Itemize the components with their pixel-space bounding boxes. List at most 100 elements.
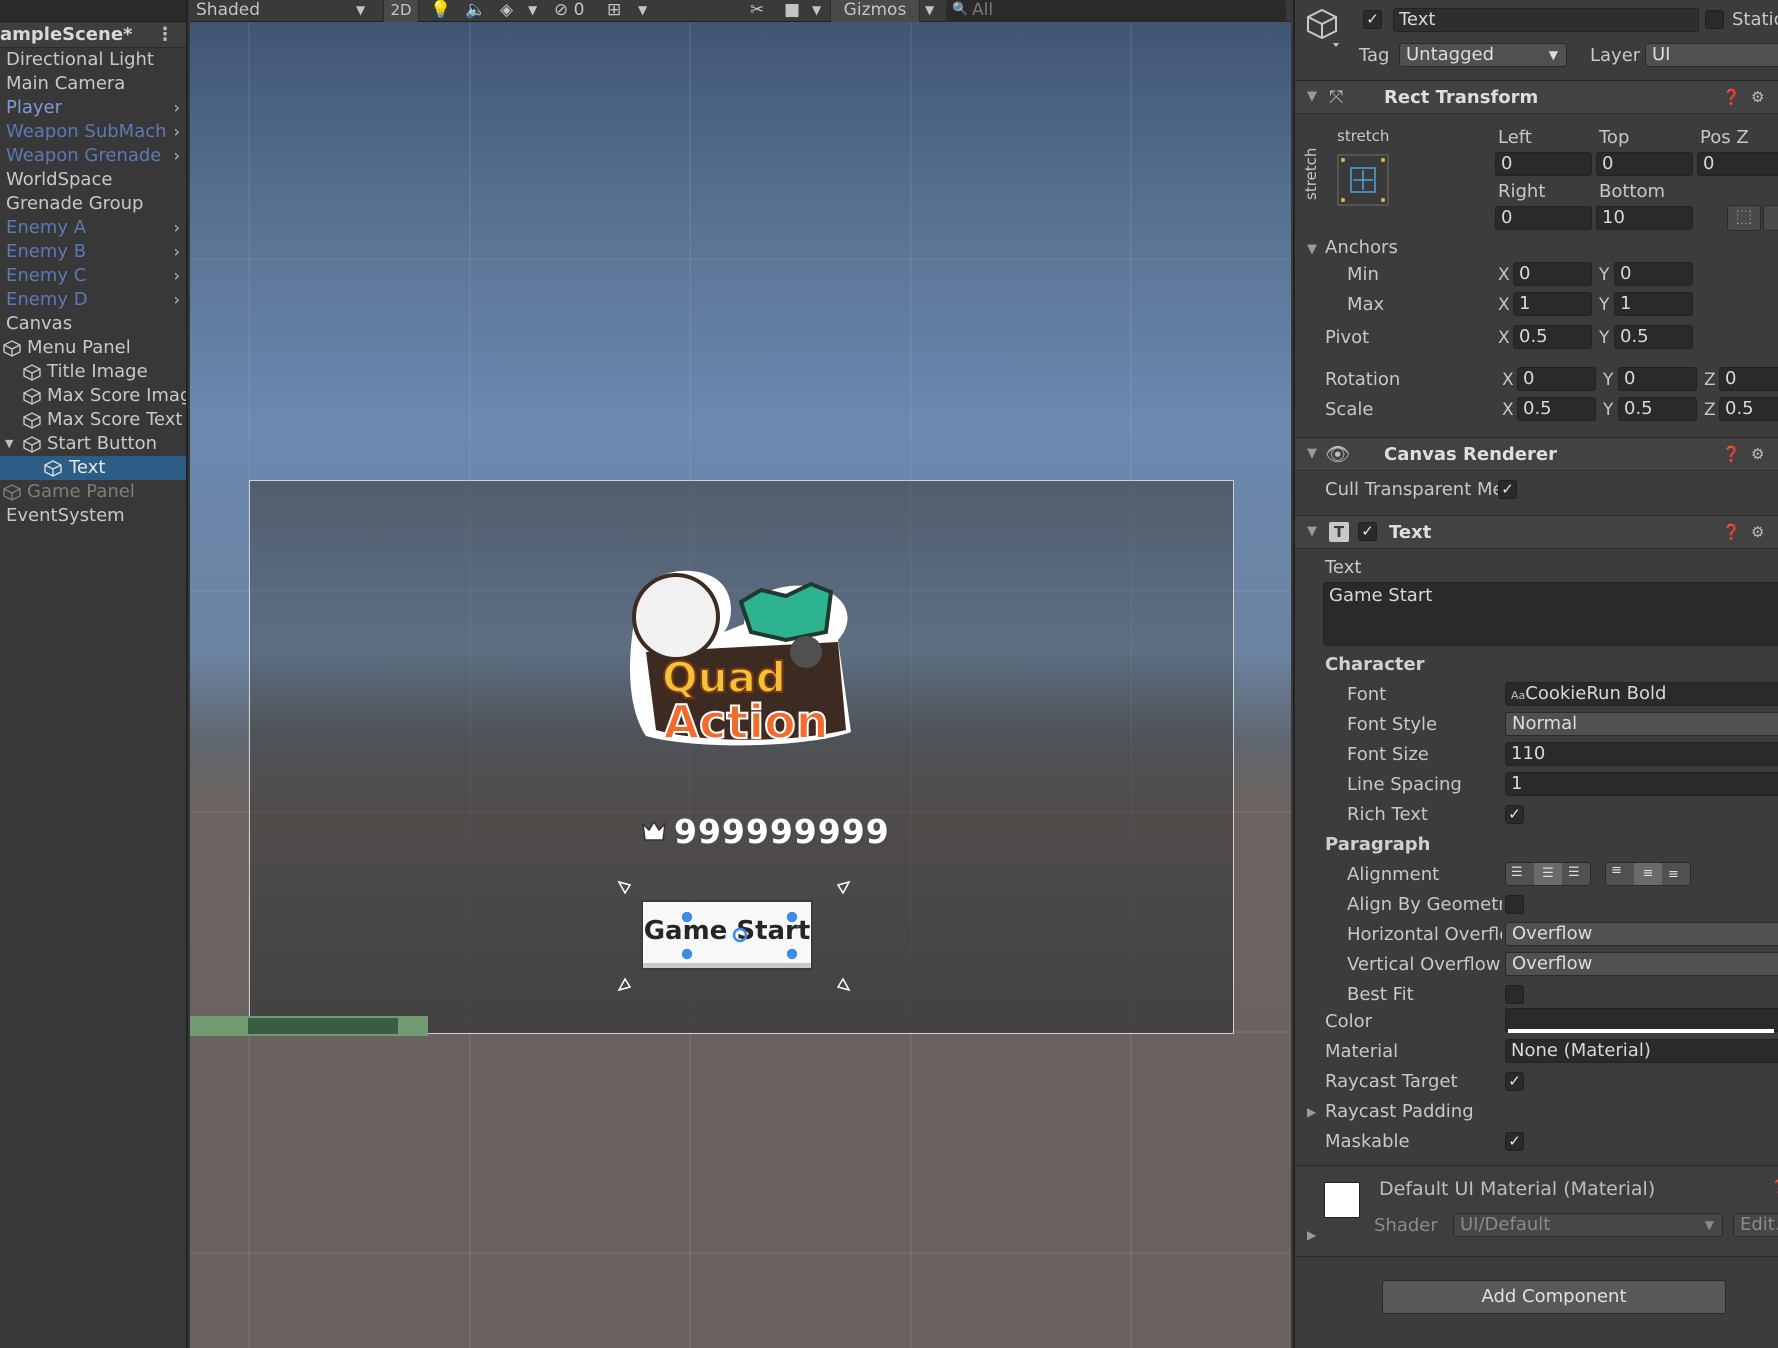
anchor-max-x-input[interactable]: 1 — [1513, 292, 1592, 316]
chevron-right-icon[interactable]: › — [174, 216, 180, 240]
object-name-input[interactable]: Text — [1393, 8, 1699, 32]
layer-dropdown[interactable]: UI — [1645, 43, 1778, 67]
effects-dropdown-arrow-icon[interactable]: ▼ — [528, 0, 542, 22]
hierarchy-item-player[interactable]: Player › — [0, 96, 186, 120]
rotation-z-input[interactable]: 0 — [1719, 367, 1778, 391]
line-spacing-input[interactable]: 1 — [1505, 772, 1778, 796]
scale-z-input[interactable]: 0.5 — [1719, 397, 1778, 421]
add-component-button[interactable]: Add Component — [1382, 1280, 1726, 1314]
tag-dropdown[interactable]: Untagged ▼ — [1399, 43, 1567, 67]
raycast-target-checkbox[interactable]: ✓ — [1505, 1072, 1524, 1091]
title-logo-image[interactable]: Quad Action — [616, 562, 868, 752]
hierarchy-item-grenade-group[interactable]: Grenade Group — [0, 192, 186, 216]
effects-toggle-icon[interactable]: ◈ — [500, 0, 524, 22]
left-input[interactable]: 0 — [1495, 152, 1592, 176]
vertical-overflow-dropdown[interactable]: Overflow — [1505, 952, 1778, 976]
hierarchy-item-title-image[interactable]: Title Image — [0, 360, 186, 384]
hierarchy-item-game-panel[interactable]: Game Panel — [0, 480, 186, 504]
component-settings-icon[interactable]: ⚙ — [1751, 88, 1764, 106]
align-bottom-icon[interactable]: ≡ — [1668, 867, 1679, 882]
grid-toggle-icon[interactable]: ⊞ — [607, 0, 631, 22]
hidden-objects-toggle[interactable]: ⊘ 0 — [554, 0, 598, 22]
scene-search-input[interactable]: 🔍 All — [946, 0, 1286, 22]
shading-mode-dropdown[interactable]: Shaded ▼ — [196, 0, 366, 22]
rotation-x-input[interactable]: 0 — [1517, 367, 1596, 391]
help-icon[interactable]: ❓ — [1771, 1180, 1778, 1195]
align-left-icon[interactable]: ☰ — [1511, 865, 1523, 880]
hierarchy-item-text[interactable]: Text — [0, 456, 186, 480]
align-top-icon[interactable]: ≡ — [1611, 863, 1622, 878]
chevron-right-icon[interactable]: › — [174, 288, 180, 312]
hierarchy-item-enemy-d[interactable]: Enemy D › — [0, 288, 186, 312]
hierarchy-item-max-score-text[interactable]: Max Score Text — [0, 408, 186, 432]
edit-shader-button[interactable]: Edit... — [1733, 1213, 1778, 1237]
bottom-input[interactable]: 10 — [1596, 206, 1693, 230]
text-enabled-checkbox[interactable]: ✓ — [1358, 522, 1377, 541]
foldout-open-icon[interactable]: ▼ — [1307, 242, 1317, 257]
align-middle-icon[interactable]: ≡ — [1634, 863, 1662, 885]
scale-x-input[interactable]: 0.5 — [1517, 397, 1596, 421]
hierarchy-item-weapon-submach[interactable]: Weapon SubMach › — [0, 120, 186, 144]
hierarchy-item-enemy-b[interactable]: Enemy B › — [0, 240, 186, 264]
chevron-right-icon[interactable]: › — [174, 240, 180, 264]
rect-transform-header[interactable]: ▼ ⤧ Rect Transform ❓ ⚙ — [1295, 80, 1778, 114]
font-object-field[interactable]: AaCookieRun Bold — [1505, 682, 1778, 706]
chevron-right-icon[interactable]: › — [174, 144, 180, 168]
foldout-closed-icon[interactable]: ▶ — [1307, 1105, 1316, 1119]
foldout-open-icon[interactable]: ▼ — [1307, 524, 1317, 539]
hierarchy-item-main-camera[interactable]: Main Camera — [0, 72, 186, 96]
camera-icon[interactable]: ■ — [784, 0, 808, 22]
component-settings-icon[interactable]: ⚙ — [1751, 445, 1764, 463]
text-component-header[interactable]: ▼ T ✓ Text ❓ ⚙ — [1295, 515, 1778, 549]
font-style-dropdown[interactable]: Normal — [1505, 712, 1778, 736]
hierarchy-item-directional-light[interactable]: Directional Light — [0, 48, 186, 72]
text-content-textarea[interactable]: Game Start — [1323, 582, 1778, 646]
hierarchy-item-canvas[interactable]: Canvas — [0, 312, 186, 336]
pivot-x-input[interactable]: 0.5 — [1513, 325, 1592, 349]
anchor-min-x-input[interactable]: 0 — [1513, 262, 1592, 286]
gizmos-button[interactable]: Gizmos — [830, 0, 920, 22]
maskable-checkbox[interactable]: ✓ — [1505, 1132, 1524, 1151]
align-center-icon[interactable]: ☰ — [1534, 863, 1562, 885]
raw-edit-button[interactable] — [1763, 205, 1778, 231]
foldout-open-icon[interactable]: ▼ — [1307, 89, 1317, 104]
top-input[interactable]: 0 — [1596, 152, 1693, 176]
foldout-closed-icon[interactable]: ▶ — [1307, 1228, 1316, 1242]
active-checkbox[interactable]: ✓ — [1363, 10, 1382, 29]
foldout-open-icon[interactable]: ▼ — [1307, 446, 1317, 461]
grid-dropdown-arrow-icon[interactable]: ▼ — [638, 0, 652, 22]
font-size-input[interactable]: 110 — [1505, 742, 1778, 766]
scene-header[interactable]: ampleScene* ⋮ — [0, 22, 186, 48]
help-icon[interactable]: ❓ — [1722, 523, 1741, 541]
hierarchy-item-enemy-c[interactable]: Enemy C › — [0, 264, 186, 288]
canvas-renderer-header[interactable]: ▼ 👁 Canvas Renderer ❓ ⚙ — [1295, 437, 1778, 471]
hierarchy-item-max-score-image[interactable]: Max Score Imag — [0, 384, 186, 408]
cull-transparent-checkbox[interactable]: ✓ — [1498, 480, 1517, 499]
hierarchy-item-weapon-grenade[interactable]: Weapon Grenade › — [0, 144, 186, 168]
rotation-y-input[interactable]: 0 — [1618, 367, 1697, 391]
camera-dropdown-arrow-icon[interactable]: ▼ — [812, 0, 826, 22]
audio-toggle-icon[interactable]: 🔈 — [465, 0, 489, 22]
shader-dropdown[interactable]: UI/Default ▼ — [1453, 1213, 1723, 1237]
chevron-right-icon[interactable]: › — [174, 264, 180, 288]
gizmos-dropdown-arrow-icon[interactable]: ▼ — [925, 0, 939, 22]
lighting-toggle-icon[interactable]: 💡 — [430, 0, 454, 22]
2d-toggle-button[interactable]: 2D — [383, 0, 419, 22]
color-field[interactable] — [1505, 1008, 1778, 1033]
scene-view[interactable]: Shaded ▼ 2D 💡 🔈 ◈ ▼ ⊘ 0 ⊞ ▼ ✂ ■ ▼ Gizmos… — [190, 0, 1291, 1348]
chevron-right-icon[interactable]: › — [174, 96, 180, 120]
hierarchy-item-enemy-a[interactable]: Enemy A › — [0, 216, 186, 240]
component-settings-icon[interactable]: ⚙ — [1751, 523, 1764, 541]
posz-input[interactable]: 0 — [1697, 152, 1778, 176]
help-icon[interactable]: ❓ — [1722, 88, 1741, 106]
anchor-max-y-input[interactable]: 1 — [1614, 292, 1693, 316]
right-input[interactable]: 0 — [1495, 206, 1592, 230]
hierarchy-item-menu-panel[interactable]: Menu Panel — [0, 336, 186, 360]
anchor-presets-button[interactable] — [1337, 154, 1389, 206]
hierarchy-item-start-button[interactable]: ▼ Start Button — [0, 432, 186, 456]
best-fit-checkbox[interactable] — [1505, 985, 1524, 1004]
material-object-field[interactable]: None (Material) — [1505, 1039, 1778, 1063]
max-score-text[interactable]: 999999999 — [641, 812, 891, 852]
tools-icon[interactable]: ✂ — [750, 0, 774, 22]
blueprint-mode-button[interactable]: ⬚ — [1727, 205, 1761, 231]
